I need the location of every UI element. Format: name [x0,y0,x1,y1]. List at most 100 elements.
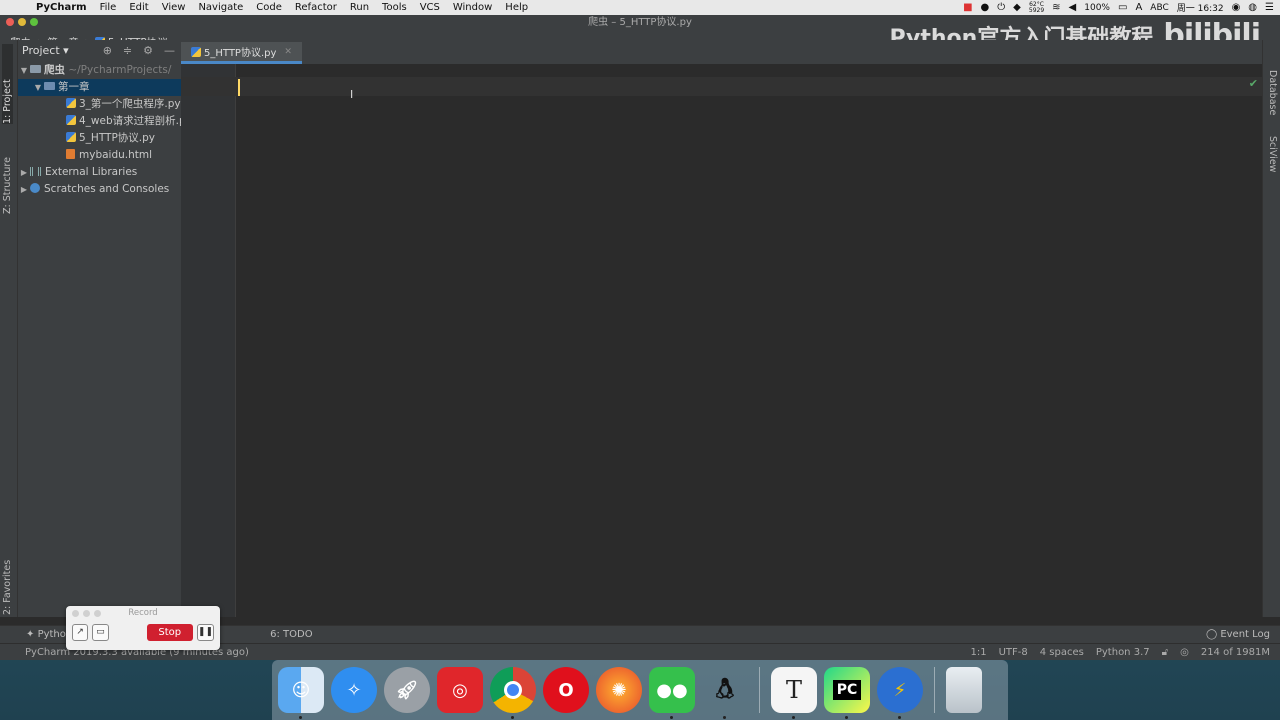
expand-arrow-icon[interactable]: ▶ [18,181,30,198]
file-encoding[interactable]: UTF-8 [999,647,1028,658]
menu-view[interactable]: View [162,2,186,13]
stop-recording-button[interactable]: Stop [146,624,193,641]
screen-record-widget: Record ↗ ▭ Stop ❚❚ [66,606,220,650]
wechat-status-icon[interactable]: ● [981,2,990,13]
dock-safari-icon[interactable]: ✧ [331,667,377,713]
python-file-icon [66,115,76,125]
fullscreen-window-button[interactable] [30,18,38,26]
user-icon[interactable]: ◉ [1232,2,1241,13]
mouse-ibeam-cursor-icon: I [350,88,354,101]
collapse-all-icon[interactable]: ≑ [123,44,132,57]
project-view-selector[interactable]: Project ▾ [22,44,69,57]
hide-panel-icon[interactable]: — [164,44,175,57]
tab-structure[interactable]: Z: Structure [2,134,13,214]
lock-icon[interactable]: 🔓︎ [1162,647,1168,658]
battery-icon[interactable]: ▭ [1118,2,1127,13]
indent-setting[interactable]: 4 spaces [1040,647,1084,658]
locate-file-icon[interactable]: ⊕ [103,44,112,57]
screen-record-icon[interactable]: ■ [963,2,972,13]
menu-navigate[interactable]: Navigate [198,2,243,13]
code-editor[interactable] [236,64,1262,617]
dock-opera-icon[interactable]: O [543,667,589,713]
interpreter-selector[interactable]: Python 3.7 [1096,647,1150,658]
tree-item-external-libraries[interactable]: ▶ External Libraries [18,164,181,181]
dock-pycharm-icon[interactable]: PC [824,667,870,719]
dock-firefox-icon[interactable]: ✺ [596,667,642,713]
pause-recording-button[interactable]: ❚❚ [196,624,214,641]
project-panel: Project ▾ ⊕ ≑ ⚙ — ▼ 爬虫 ~/PycharmProjects/… [18,40,181,617]
tab-favorites[interactable]: 2: Favorites [2,545,13,615]
record-close-icon[interactable] [72,610,79,617]
folder-icon [30,65,41,73]
battery-percent[interactable]: 100% [1084,3,1110,13]
menu-window[interactable]: Window [453,2,492,13]
notification-center-icon[interactable]: ☰ [1265,2,1274,13]
inspection-ok-icon[interactable]: ✔ [1249,77,1258,90]
tab-database[interactable]: Database [1267,70,1278,130]
dock-wechat-icon[interactable]: ●● [649,667,695,719]
tree-item-file[interactable]: mybaidu.html [18,147,181,164]
expand-arrow-icon[interactable]: ▼ [18,62,30,79]
tool-todo[interactable]: 6: TODO [270,629,312,640]
menu-vcs[interactable]: VCS [420,2,440,13]
menu-tools[interactable]: Tools [382,2,407,13]
tab-sciview[interactable]: SciView [1267,136,1278,186]
record-minimize-icon[interactable] [83,610,90,617]
record-title-bar: Record [66,606,220,620]
window-title: 爬虫 – 5_HTTP协议.py [588,17,692,28]
volume-icon[interactable]: ◀ [1069,2,1077,13]
inspector-icon[interactable]: ◎ [1180,647,1189,658]
menu-run[interactable]: Run [350,2,369,13]
project-panel-tools: ⊕ ≑ ⚙ — [103,44,181,57]
dock-qq-icon[interactable]: 🐧︎ [702,667,748,719]
minimize-window-button[interactable] [18,18,26,26]
caret-position[interactable]: 1:1 [971,647,987,658]
dock-separator [759,667,760,713]
scratches-icon [30,183,40,193]
tree-item-root[interactable]: ▼ 爬虫 ~/PycharmProjects/ [18,62,181,79]
record-area-button[interactable]: ▭ [92,624,109,641]
close-tab-icon[interactable]: ✕ [284,47,292,57]
dock-netease-music-icon[interactable]: ◎ [437,667,483,713]
editor-tab-active[interactable]: 5_HTTP协议.py ✕ [181,42,302,64]
expand-arrow-icon[interactable]: ▶ [18,164,30,181]
dock-finder-icon[interactable]: ☺ [278,667,324,719]
menu-help[interactable]: Help [505,2,528,13]
library-icon [30,167,41,176]
siri-icon[interactable]: ◍ [1248,2,1257,13]
tree-item-scratches[interactable]: ▶ Scratches and Consoles [18,181,181,198]
close-window-button[interactable] [6,18,14,26]
menu-refactor[interactable]: Refactor [295,2,337,13]
tree-item-file[interactable]: 5_HTTP协议.py [18,130,181,147]
tool-event-log[interactable]: ◯ Event Log [1206,629,1270,640]
dock-trash-icon[interactable] [946,667,982,713]
menu-code[interactable]: Code [256,2,282,13]
tab-project[interactable]: 1: Project [2,44,13,124]
clock[interactable]: 周一 16:32 [1177,1,1224,14]
tree-item-chapter[interactable]: ▼ 第一章 [18,79,181,96]
menu-edit[interactable]: Edit [129,2,148,13]
tree-item-file[interactable]: 4_web请求过程剖析.py [18,113,181,130]
temperature-readout[interactable]: 62°C 5929 [1029,1,1044,14]
text-caret [238,79,240,96]
menu-app-name[interactable]: PyCharm [36,2,87,13]
gear-icon[interactable]: ⚙ [143,44,153,57]
dock-launchpad-icon[interactable]: 🚀︎ [384,667,430,713]
dock-instruments-icon[interactable]: ⚡︎ [877,667,923,719]
dock-typora-icon[interactable]: T [771,667,817,719]
line-number-gutter[interactable] [181,64,236,617]
annotate-pen-button[interactable]: ↗ [72,624,89,641]
power-icon[interactable]: ⏻ [997,2,1005,13]
input-method-icon[interactable]: A [1135,2,1142,13]
memory-indicator[interactable]: 214 of 1981M [1201,647,1270,658]
record-zoom-icon[interactable] [94,610,101,617]
status-icon[interactable]: ◆ [1013,2,1021,13]
expand-arrow-icon[interactable]: ▼ [32,79,44,96]
dock-chrome-icon[interactable] [490,667,536,719]
wifi-icon[interactable]: ≋ [1052,2,1060,13]
record-controls: ↗ ▭ Stop ❚❚ [66,620,220,645]
input-method-label[interactable]: ABC [1150,3,1168,13]
menu-file[interactable]: File [100,2,117,13]
current-line-highlight [236,77,1262,96]
tree-item-file[interactable]: 3_第一个爬虫程序.py [18,96,181,113]
